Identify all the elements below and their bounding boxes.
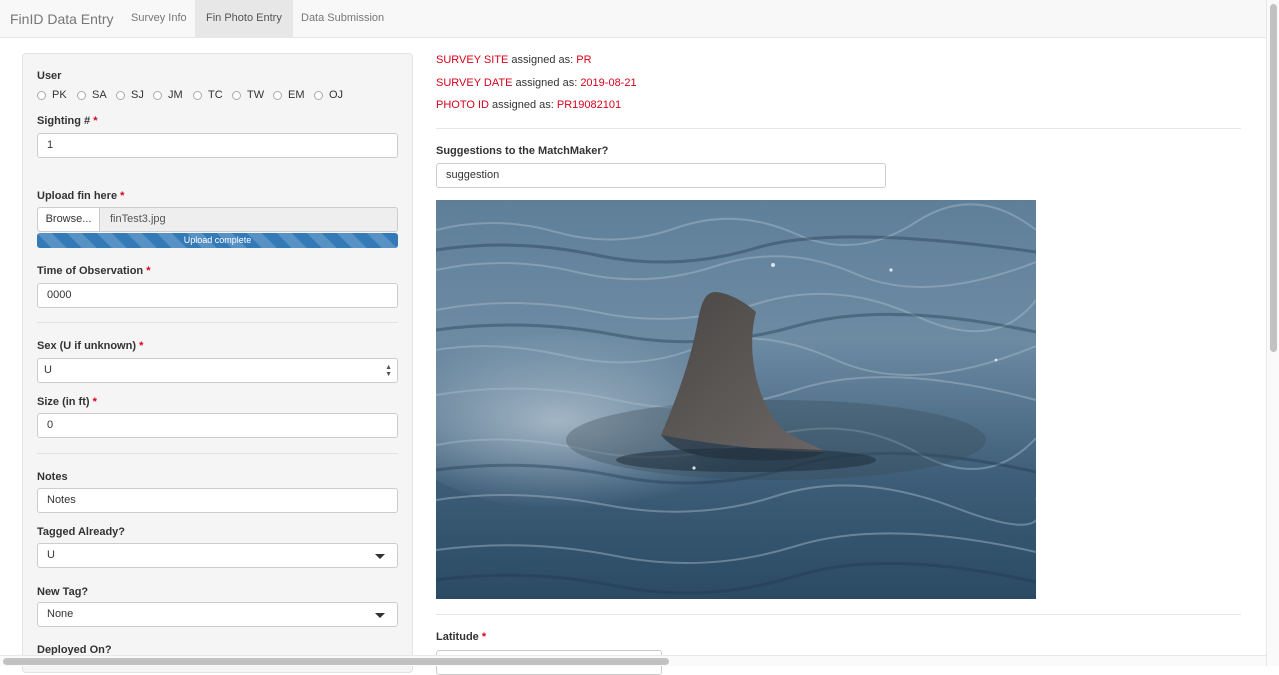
new-tag-value: None <box>47 608 74 620</box>
tab-fin-photo-entry[interactable]: Fin Photo Entry <box>195 0 293 37</box>
tab-survey-info[interactable]: Survey Info <box>120 0 198 37</box>
sex-label: Sex (U if unknown) * <box>37 340 144 352</box>
file-name-display: finTest3.jpg <box>110 213 166 225</box>
suggestions-input[interactable]: suggestion <box>436 163 886 188</box>
required-marker: * <box>139 340 144 352</box>
user-radio-sa[interactable]: SA <box>77 89 107 101</box>
user-radio-tw[interactable]: TW <box>232 89 264 101</box>
radio-circle-icon[interactable] <box>116 90 125 100</box>
required-marker: * <box>92 396 97 408</box>
sex-select[interactable]: U ▲ ▼ <box>37 358 398 383</box>
divider <box>436 128 1241 129</box>
user-radio-sj[interactable]: SJ <box>116 89 144 101</box>
tab-data-submission[interactable]: Data Submission <box>290 0 395 37</box>
user-radio-em[interactable]: EM <box>273 89 305 101</box>
fin-photo <box>436 200 1036 599</box>
required-marker: * <box>481 631 487 643</box>
user-radio-pk[interactable]: PK <box>37 89 67 101</box>
shark-fin-image <box>436 200 1036 599</box>
vertical-scrollbar-thumb[interactable] <box>1270 4 1277 352</box>
vertical-scrollbar[interactable] <box>1266 0 1279 666</box>
new-tag-select[interactable]: None <box>37 602 398 627</box>
radio-circle-icon[interactable] <box>153 90 162 100</box>
navbar: FinID Data Entry Survey Info Fin Photo E… <box>0 0 1266 38</box>
required-marker: * <box>120 190 125 202</box>
user-radio-oj[interactable]: OJ <box>314 89 343 101</box>
radio-circle-icon[interactable] <box>273 90 282 100</box>
tagged-already-label: Tagged Already? <box>37 526 126 538</box>
sidebar-form-panel: User PK SA SJ JM TC TW EM OJ Sighting # … <box>22 53 413 673</box>
size-label: Size (in ft) * <box>37 396 97 408</box>
photo-id-assignment: PHOTO ID assigned as: PR19082101 <box>436 99 622 111</box>
file-upload-group: Browse... finTest3.jpg <box>37 207 398 232</box>
horizontal-scrollbar[interactable] <box>0 655 1266 666</box>
upload-label: Upload fin here * <box>37 190 125 202</box>
browse-button[interactable]: Browse... <box>38 208 100 231</box>
radio-circle-icon[interactable] <box>232 90 241 100</box>
sighting-input[interactable]: 1 <box>37 133 398 158</box>
notes-label: Notes <box>37 471 68 483</box>
tagged-already-value: U <box>47 549 55 561</box>
latitude-label: Latitude * <box>436 631 487 643</box>
user-radio-jm[interactable]: JM <box>153 89 183 101</box>
user-label: User <box>37 70 62 82</box>
user-radio-tc[interactable]: TC <box>193 89 223 101</box>
divider <box>37 322 398 323</box>
app-brand[interactable]: FinID Data Entry <box>10 11 113 27</box>
sighting-label: Sighting # * <box>37 115 98 127</box>
required-marker: * <box>146 265 151 277</box>
notes-input[interactable]: Notes <box>37 488 398 513</box>
tagged-already-select[interactable]: U <box>37 543 398 568</box>
horizontal-scrollbar-thumb[interactable] <box>3 658 669 665</box>
new-tag-label: New Tag? <box>37 586 89 598</box>
suggestions-label: Suggestions to the MatchMaker? <box>436 145 609 157</box>
radio-circle-icon[interactable] <box>77 90 86 100</box>
upload-progress-bar: Upload complete <box>37 233 398 248</box>
radio-circle-icon[interactable] <box>193 90 202 100</box>
radio-circle-icon[interactable] <box>37 90 46 100</box>
time-of-observation-input[interactable]: 0000 <box>37 283 398 308</box>
caret-down-icon <box>375 554 385 559</box>
sex-select-value: U <box>44 364 52 376</box>
size-input[interactable]: 0 <box>37 413 398 438</box>
survey-site-assignment: SURVEY SITE assigned as: PR <box>436 54 592 66</box>
divider <box>436 614 1241 615</box>
time-of-observation-label: Time of Observation * <box>37 265 151 277</box>
radio-circle-icon[interactable] <box>314 90 323 100</box>
survey-date-assignment: SURVEY DATE assigned as: 2019-08-21 <box>436 77 637 89</box>
caret-down-icon <box>375 613 385 618</box>
select-arrows-icon: ▲ ▼ <box>385 364 392 378</box>
divider <box>37 453 398 454</box>
required-marker: * <box>93 115 98 127</box>
